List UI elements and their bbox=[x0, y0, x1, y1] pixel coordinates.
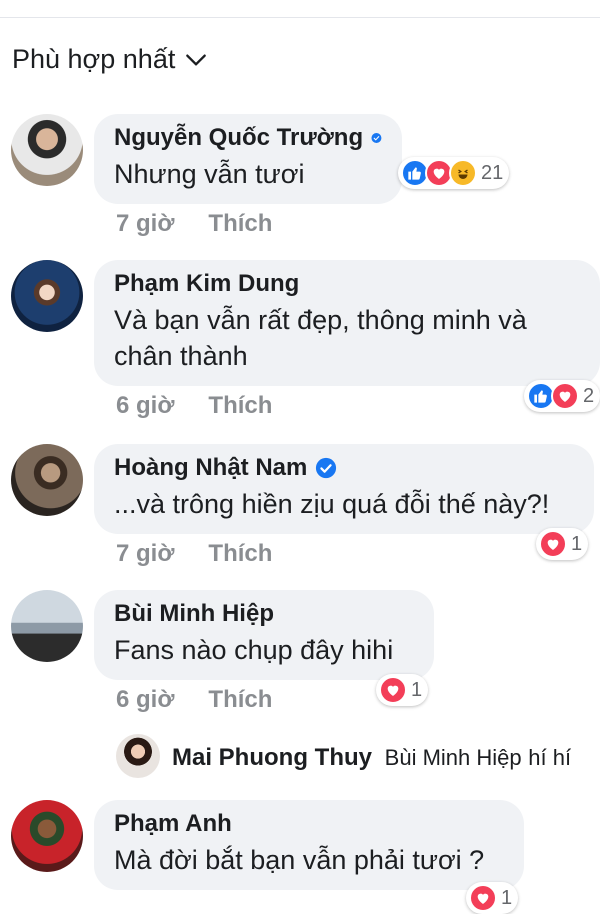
reply-text: hí hí bbox=[528, 745, 572, 770]
chevron-down-icon bbox=[186, 53, 207, 66]
comment-text: Và bạn vẫn rất đẹp, thông minh và chân t… bbox=[114, 302, 580, 374]
comment-text: Fans nào chụp đây hihi bbox=[114, 635, 394, 665]
comment-author[interactable]: Nguyễn Quốc Trường bbox=[114, 124, 363, 152]
comment-time[interactable]: 6 giờ bbox=[116, 686, 174, 714]
reply-avatar[interactable] bbox=[116, 734, 160, 778]
comment-bubble: Hoàng Nhật Nam ...và trông hiền zịu quá … bbox=[94, 444, 594, 534]
reply-item: Mai Phuong Thuy Bùi Minh Hiệp hí hí bbox=[172, 744, 571, 772]
verified-badge-icon bbox=[316, 457, 337, 479]
avatar[interactable] bbox=[11, 590, 83, 662]
comment-text: ...và trông hiền zịu quá đỗi thế này?! bbox=[114, 489, 550, 519]
like-button[interactable]: Thích bbox=[208, 686, 272, 714]
reply-mention[interactable]: Bùi Minh Hiệp bbox=[385, 745, 522, 770]
love-reaction-icon bbox=[469, 884, 497, 912]
reaction-count: 2 bbox=[583, 384, 595, 407]
comment-author[interactable]: Phạm Kim Dung bbox=[114, 270, 299, 298]
haha-reaction-icon bbox=[449, 159, 477, 187]
like-button[interactable]: Thích bbox=[208, 540, 272, 568]
like-button[interactable]: Thích bbox=[208, 392, 272, 420]
comment-author[interactable]: Phạm Anh bbox=[114, 810, 232, 838]
comment-bubble: Nguyễn Quốc Trường Nhưng vẫn tươi bbox=[94, 114, 402, 204]
comment-text: Mà đời bắt bạn vẫn phải tươi ? bbox=[114, 845, 485, 875]
comment-time[interactable]: 7 giờ bbox=[116, 210, 174, 238]
love-reaction-icon bbox=[379, 676, 407, 704]
love-reaction-icon bbox=[551, 382, 579, 410]
avatar[interactable] bbox=[11, 444, 83, 516]
comment-author[interactable]: Bùi Minh Hiệp bbox=[114, 600, 274, 628]
comment-text-line: Và bạn vẫn rất đẹp, thông minh và bbox=[114, 305, 527, 335]
sort-label: Phù hợp nhất bbox=[12, 44, 176, 74]
comment-author[interactable]: Hoàng Nhật Nam bbox=[114, 454, 307, 482]
comment-text: Nhưng vẫn tươi bbox=[114, 159, 305, 189]
comment-time[interactable]: 7 giờ bbox=[116, 540, 174, 568]
avatar[interactable] bbox=[11, 260, 83, 332]
comment-text-line: chân thành bbox=[114, 341, 248, 371]
love-reaction-icon bbox=[539, 530, 567, 558]
reaction-summary[interactable]: 2 bbox=[524, 380, 600, 412]
like-button[interactable]: Thích bbox=[208, 210, 272, 238]
reaction-summary[interactable]: 1 bbox=[536, 528, 589, 560]
comment-bubble: Phạm Kim Dung Và bạn vẫn rất đẹp, thông … bbox=[94, 260, 600, 386]
reply-author[interactable]: Mai Phuong Thuy bbox=[172, 744, 372, 771]
reaction-count: 1 bbox=[501, 886, 513, 909]
comment-time[interactable]: 6 giờ bbox=[116, 392, 174, 420]
reaction-summary[interactable]: 1 bbox=[466, 882, 519, 914]
avatar[interactable] bbox=[11, 800, 83, 872]
reaction-count: 21 bbox=[481, 161, 504, 184]
reaction-summary[interactable]: 1 bbox=[376, 674, 429, 706]
avatar[interactable] bbox=[11, 114, 83, 186]
top-divider bbox=[0, 17, 600, 18]
reaction-count: 1 bbox=[411, 678, 423, 701]
reaction-count: 1 bbox=[571, 532, 583, 555]
reaction-summary[interactable]: 21 bbox=[398, 157, 510, 189]
sort-dropdown[interactable]: Phù hợp nhất bbox=[12, 44, 209, 75]
verified-badge-icon bbox=[371, 133, 382, 143]
comment-bubble: Phạm Anh Mà đời bắt bạn vẫn phải tươi ? bbox=[94, 800, 524, 890]
comment-bubble: Bùi Minh Hiệp Fans nào chụp đây hihi bbox=[94, 590, 434, 680]
